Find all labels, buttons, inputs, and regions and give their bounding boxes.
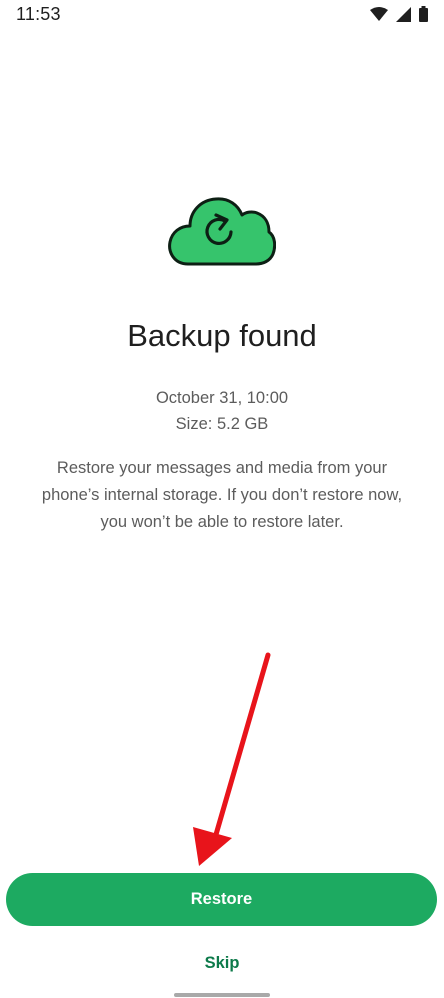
restore-description: Restore your messages and media from you…: [41, 459, 403, 531]
cloud-restore-icon: [168, 197, 276, 266]
status-bar: 11:53: [0, 0, 444, 32]
signal-icon: [396, 6, 411, 22]
skip-button[interactable]: Skip: [172, 946, 272, 980]
restore-button[interactable]: Restore: [6, 873, 437, 926]
wifi-icon: [370, 7, 388, 21]
navigation-handle[interactable]: [174, 993, 270, 997]
backup-title: Backup found: [127, 318, 317, 353]
battery-icon: [419, 6, 428, 22]
backup-meta: October 31, 10:00 Size: 5.2 GB: [0, 385, 444, 437]
backup-date: October 31, 10:00: [155, 389, 289, 407]
status-icons: [370, 6, 428, 22]
status-time: 11:53: [16, 4, 61, 24]
backup-size: Size: 5.2 GB: [175, 415, 269, 433]
